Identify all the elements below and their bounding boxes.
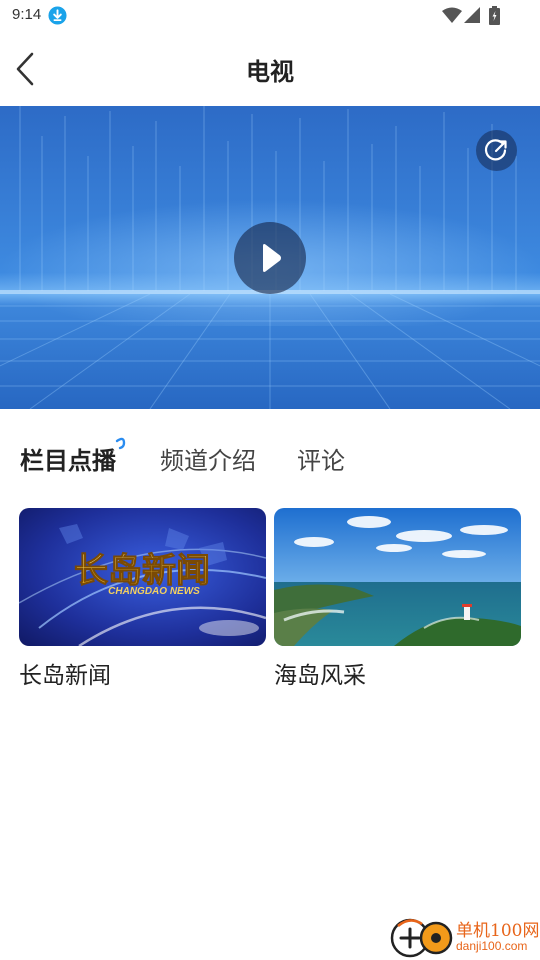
program-thumbnail: 长岛新闻 CHANGDAO NEWS bbox=[19, 508, 266, 646]
battery-icon bbox=[489, 6, 500, 25]
share-button[interactable] bbox=[476, 130, 517, 171]
thumb-title: 长岛新闻 bbox=[74, 551, 210, 591]
status-bar: 9:14 bbox=[0, 0, 540, 32]
island-thumbnail-image bbox=[274, 508, 521, 646]
tab-bar: 栏目点播 频道介绍 评论 bbox=[0, 409, 540, 499]
tab-channel-intro[interactable]: 频道介绍 bbox=[160, 441, 256, 476]
tab-program-on-demand[interactable]: 栏目点播 bbox=[20, 441, 116, 476]
video-player[interactable] bbox=[0, 106, 540, 409]
thumb-subtitle: CHANGDAO NEWS bbox=[108, 586, 200, 597]
nav-bar: 电视 bbox=[0, 32, 540, 106]
download-circle-icon bbox=[48, 6, 67, 25]
wifi-icon bbox=[442, 7, 462, 23]
signal-icon bbox=[464, 7, 480, 23]
share-icon bbox=[484, 139, 507, 161]
tab-comments[interactable]: 评论 bbox=[297, 441, 345, 476]
page-title: 电视 bbox=[246, 58, 294, 86]
play-icon bbox=[263, 244, 281, 272]
status-time: 9:14 bbox=[12, 6, 42, 23]
program-title: 长岛新闻 bbox=[19, 663, 111, 689]
program-title: 海岛风采 bbox=[274, 663, 366, 689]
watermark-url: danji100.com bbox=[456, 939, 528, 953]
watermark-logo: 单机100网 danji100.com bbox=[390, 912, 540, 960]
news-thumbnail-image: 长岛新闻 CHANGDAO NEWS bbox=[19, 508, 266, 646]
play-button[interactable] bbox=[234, 222, 306, 294]
program-card-island-scenery[interactable]: 海岛风采 bbox=[274, 508, 521, 690]
watermark-text: 单机100网 bbox=[456, 921, 540, 941]
program-thumbnail bbox=[274, 508, 521, 646]
tab-active-indicator bbox=[115, 437, 126, 450]
program-card-changdao-news[interactable]: 长岛新闻 CHANGDAO NEWS 长岛新闻 bbox=[19, 508, 266, 690]
status-icons bbox=[436, 6, 506, 26]
watermark-icon bbox=[390, 918, 453, 958]
